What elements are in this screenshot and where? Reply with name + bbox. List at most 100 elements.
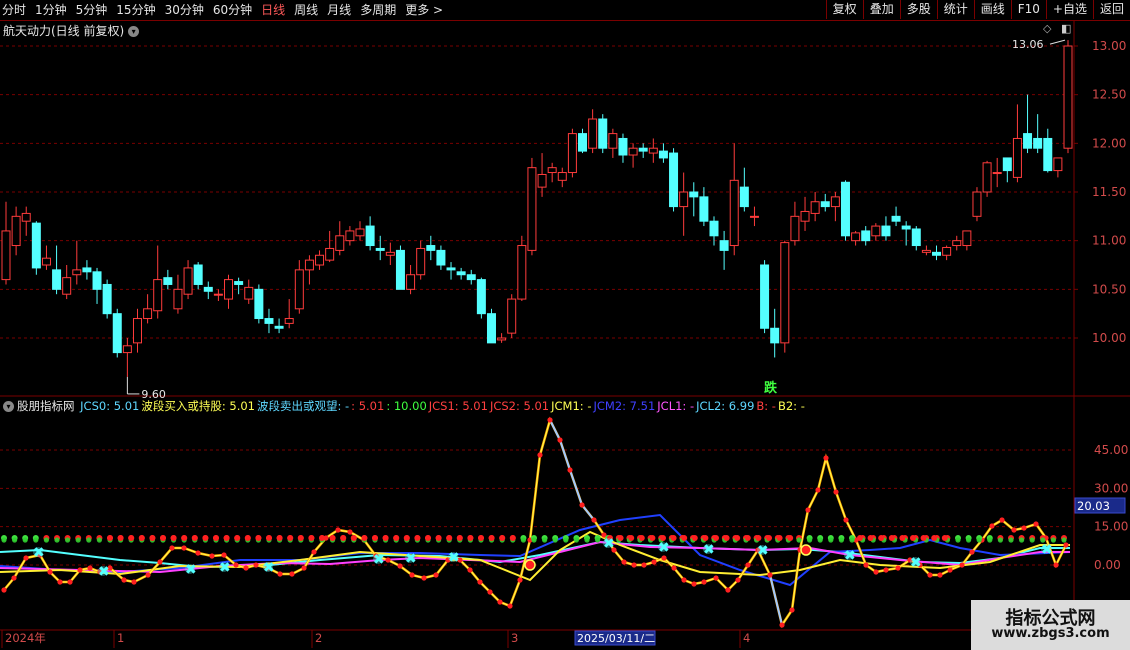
jcs-dot — [301, 565, 307, 571]
candle-body — [163, 277, 173, 285]
jcs-dot — [631, 562, 637, 568]
jcs-dot — [863, 562, 869, 568]
price-tick-label: 11.50 — [1092, 185, 1126, 199]
level-10-red-dot — [910, 535, 916, 541]
level-10-green-dot — [955, 537, 961, 543]
candle-body — [102, 283, 112, 315]
jcs-dot — [195, 550, 201, 556]
jcs-dot — [23, 555, 29, 561]
jcs-dot — [937, 572, 943, 578]
level-10-red-dot — [403, 535, 410, 541]
level-10-red-dot — [723, 535, 730, 541]
candle-body — [375, 247, 385, 251]
jcs-dot — [1053, 562, 1059, 568]
candle-body — [689, 191, 699, 198]
level-10-red-dot — [350, 535, 357, 541]
level-10-red-dot — [414, 535, 421, 541]
candle-body — [62, 277, 72, 295]
level-10-green-dot — [987, 537, 993, 543]
price-tick-label: 10.00 — [1092, 331, 1126, 345]
buy-x-marker: ✖ — [1041, 542, 1053, 558]
jcs-dot — [11, 575, 17, 581]
watermark-url: www.zbgs3.com — [991, 626, 1110, 641]
candle-body — [891, 215, 901, 222]
jcs-dot — [681, 577, 687, 583]
candle-body — [1023, 133, 1033, 149]
jcs-dot — [713, 575, 719, 581]
level-10-green-dot — [33, 537, 39, 543]
jcs-dot — [57, 579, 63, 585]
level-10-green-dot — [807, 537, 813, 543]
level-10-red-dot — [149, 535, 156, 541]
candle-body — [153, 279, 163, 312]
candle-body — [112, 313, 122, 354]
price-tick-label: 10.50 — [1092, 282, 1126, 296]
indicator-name: 股朋指标网 — [17, 399, 75, 413]
indicator-param-3: : 5.01 — [351, 399, 385, 413]
level-10-green-dot — [43, 537, 50, 543]
candle-body — [921, 249, 931, 253]
jcs-dot — [1021, 525, 1027, 531]
jcs-dot — [47, 569, 53, 575]
level-10-red-dot — [276, 535, 283, 541]
candle-body — [436, 249, 446, 266]
level-10-red-dot — [425, 535, 431, 541]
level-10-green-dot — [520, 537, 527, 543]
level-10-green-dot — [54, 537, 60, 543]
jcs-dot — [477, 579, 483, 585]
candle-body — [507, 298, 517, 334]
candle-body — [992, 172, 1002, 175]
candle-body — [648, 147, 658, 154]
candle-body — [21, 212, 31, 222]
jcs-dot — [537, 452, 543, 458]
level-10-red-dot — [340, 535, 347, 541]
jcs-dot — [895, 565, 901, 571]
candle-body — [52, 269, 62, 290]
level-10-red-dot — [478, 535, 484, 541]
level-10-green-dot — [22, 537, 28, 543]
buy-x-marker: ✖ — [185, 562, 197, 578]
level-10-red-dot — [499, 535, 506, 541]
candle-body — [284, 318, 294, 324]
jcs-dot — [779, 622, 785, 628]
jcs-dot — [87, 565, 93, 571]
indicator-param-12: B2: - — [777, 399, 805, 413]
jcs-dot — [999, 517, 1005, 523]
level-10-green-dot — [976, 537, 982, 543]
level-10-red-dot — [899, 535, 906, 541]
current-value-text: 20.03 — [1077, 499, 1110, 513]
jcs-dot — [843, 517, 849, 523]
jcs-dot — [947, 567, 953, 573]
candle-body — [840, 181, 850, 237]
level-10-red-dot — [456, 535, 463, 541]
level-10-red-dot — [787, 535, 794, 541]
chart-canvas[interactable]: 13.0012.5012.0011.5011.0010.5010.0013.06… — [0, 0, 1130, 650]
level-10-red-dot — [202, 535, 209, 541]
level-10-red-dot — [319, 535, 325, 541]
candle-body — [861, 230, 871, 242]
jcs-dot — [815, 487, 821, 493]
buy-x-marker: ✖ — [373, 552, 385, 568]
level-10-green-dot — [12, 537, 18, 543]
level-10-red-dot — [329, 535, 336, 541]
level-10-red-dot — [931, 535, 938, 541]
indicator-params: JCS0: 5.01 波段买入或持股: 5.01 波段卖出或观望: -: 5.01:… — [80, 399, 807, 413]
level-10-red-dot — [446, 535, 453, 541]
jcs-dot — [181, 545, 187, 551]
level-10-red-dot — [713, 535, 719, 541]
candle-body — [122, 345, 132, 354]
buy-x-marker: ✖ — [405, 551, 417, 567]
indicator-param-11: B: - — [756, 399, 776, 413]
price-tick-label: 12.00 — [1092, 136, 1126, 150]
jcs-dot — [927, 572, 933, 578]
candle-body — [770, 327, 780, 344]
jcs-dot — [883, 567, 889, 573]
level-10-red-dot — [744, 535, 751, 541]
level-10-red-dot — [393, 535, 400, 541]
level-10-red-dot — [435, 535, 442, 541]
buy-x-marker: ✖ — [703, 542, 715, 558]
jcs-dot — [1011, 527, 1017, 533]
jcs-dot — [671, 565, 677, 571]
candle-body — [901, 225, 911, 230]
chevron-down-icon[interactable]: ▾ — [3, 401, 14, 412]
